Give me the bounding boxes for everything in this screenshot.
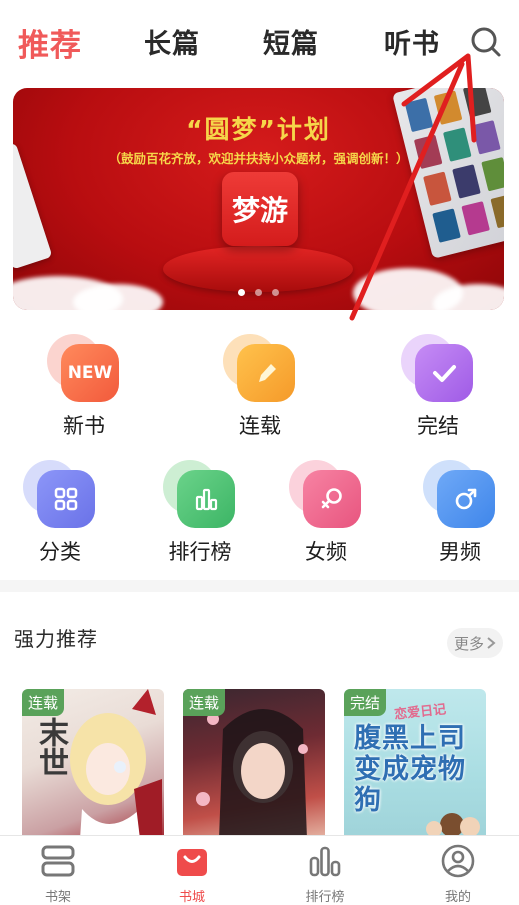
pagination-dot[interactable] bbox=[255, 289, 262, 296]
nav-bookstore[interactable]: 书城 bbox=[152, 844, 232, 905]
banner-title: “圆梦”计划 bbox=[186, 115, 331, 144]
section-divider bbox=[0, 580, 519, 592]
banner-stage bbox=[163, 246, 353, 292]
ranking-icon bbox=[309, 846, 341, 877]
category-classify[interactable]: 分类 bbox=[20, 460, 100, 566]
nav-label: 书城 bbox=[178, 890, 205, 905]
category-new-books[interactable]: NEW 新书 bbox=[44, 334, 124, 440]
chevron-right-icon bbox=[487, 637, 496, 649]
category-ranking[interactable]: 排行榜 bbox=[152, 460, 248, 566]
bottom-navigation: 书架 书城 排行榜 我的 bbox=[0, 835, 519, 905]
category-male[interactable]: 男频 bbox=[420, 460, 500, 566]
banner-pagination bbox=[13, 289, 504, 296]
new-icon: NEW bbox=[47, 334, 121, 404]
more-label: 更多 bbox=[453, 634, 484, 653]
nav-label: 书架 bbox=[44, 890, 71, 905]
profile-icon bbox=[441, 844, 475, 878]
nav-profile[interactable]: 我的 bbox=[418, 844, 498, 905]
nav-bookshelf[interactable]: 书架 bbox=[18, 844, 98, 905]
pagination-dot[interactable] bbox=[238, 289, 245, 296]
category-label: 男频 bbox=[439, 540, 481, 564]
search-button[interactable] bbox=[468, 24, 504, 60]
top-tab-bar: 推荐 长篇 短篇 听书 bbox=[0, 0, 519, 84]
grid-icon bbox=[23, 460, 97, 530]
category-completed[interactable]: 完结 bbox=[398, 334, 478, 440]
book-cover[interactable]: 末世 连载 bbox=[22, 689, 164, 839]
pencil-icon bbox=[223, 334, 297, 404]
status-badge: 完结 bbox=[344, 689, 387, 716]
nav-label: 我的 bbox=[444, 890, 471, 905]
category-label: 新书 bbox=[63, 414, 105, 438]
book-cover-title: 末世 bbox=[33, 717, 68, 777]
status-badge: 连载 bbox=[22, 689, 65, 716]
category-label: 排行榜 bbox=[168, 540, 232, 564]
check-icon bbox=[401, 334, 475, 404]
pagination-dot[interactable] bbox=[272, 289, 279, 296]
book-cover[interactable]: 连载 bbox=[183, 689, 325, 839]
tab-audiobook[interactable]: 听书 bbox=[384, 22, 440, 61]
category-serializing[interactable]: 连载 bbox=[220, 334, 300, 440]
more-button[interactable]: 更多 bbox=[447, 628, 503, 658]
bar-chart-icon bbox=[163, 460, 237, 530]
category-label: 女频 bbox=[305, 540, 347, 564]
nav-label: 排行榜 bbox=[305, 890, 345, 905]
section-title: 强力推荐 bbox=[14, 627, 98, 651]
female-icon bbox=[289, 460, 363, 530]
tab-recommend[interactable]: 推荐 bbox=[18, 20, 82, 65]
bookshelf-icon bbox=[41, 845, 75, 877]
male-icon bbox=[423, 460, 497, 530]
tab-long-novel[interactable]: 长篇 bbox=[144, 22, 200, 61]
category-label: 完结 bbox=[417, 414, 459, 438]
banner-logo: 梦游 bbox=[222, 172, 298, 246]
promo-banner[interactable]: “圆梦”计划 （鼓励百花齐放，欢迎并扶持小众题材，强调创新！） 梦游 bbox=[13, 88, 504, 310]
category-label: 连载 bbox=[239, 414, 281, 438]
category-label: 分类 bbox=[39, 540, 81, 564]
book-cover[interactable]: 恋爱日记 腹黑上司变成宠物狗 完结 bbox=[344, 689, 486, 839]
banner-subtitle: （鼓励百花齐放，欢迎并扶持小众题材，强调创新！） bbox=[108, 151, 409, 166]
nav-ranking[interactable]: 排行榜 bbox=[285, 844, 365, 905]
status-badge: 连载 bbox=[183, 689, 226, 716]
search-icon bbox=[471, 27, 501, 57]
tab-short-story[interactable]: 短篇 bbox=[263, 22, 319, 61]
store-icon bbox=[177, 849, 207, 876]
category-female[interactable]: 女频 bbox=[286, 460, 366, 566]
cloud-decoration bbox=[73, 284, 163, 310]
